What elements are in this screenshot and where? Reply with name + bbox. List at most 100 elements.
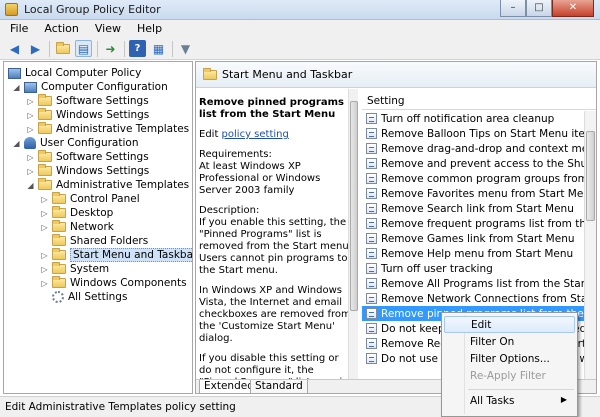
tab-standard[interactable]: Standard [250, 380, 308, 393]
tree-label: Start Menu and Taskbar [70, 248, 192, 262]
setting-row[interactable]: Remove frequent programs list from the S… [362, 216, 584, 231]
description-para-3: If you disable this setting or do not co… [199, 353, 354, 379]
expanded-arrow-icon[interactable]: ◢ [12, 139, 21, 148]
tree-label: Shared Folders [70, 235, 149, 247]
tree-label: Windows Settings [56, 109, 150, 121]
setting-label: Remove All Programs list from the Start … [381, 277, 584, 290]
menu-action[interactable]: Action [34, 20, 84, 38]
forward-arrow-icon[interactable]: ▶ [27, 40, 44, 57]
tree-desktop[interactable]: ▷ Desktop [40, 206, 113, 220]
tree-user-configuration[interactable]: ◢ User Configuration [12, 136, 138, 150]
policy-setting-link[interactable]: policy setting [222, 129, 289, 140]
tree-label: Windows Components [70, 277, 187, 289]
tree-computer-configuration[interactable]: ◢ Computer Configuration [12, 80, 168, 94]
tree-system[interactable]: ▷ System [40, 262, 109, 276]
collapsed-arrow-icon[interactable]: ▷ [26, 125, 35, 134]
collapsed-arrow-icon[interactable]: ▷ [40, 223, 49, 232]
toolbar-divider [172, 40, 173, 57]
setting-row[interactable]: Remove and prevent access to the Shut Do… [362, 156, 584, 171]
properties-icon[interactable]: ▦ [150, 40, 167, 57]
collapsed-arrow-icon[interactable]: ▷ [26, 111, 35, 120]
menu-view[interactable]: View [85, 20, 127, 38]
collapsed-arrow-icon[interactable]: ▷ [26, 167, 35, 176]
folder-icon [38, 108, 52, 120]
description-para-2: In Windows XP and Windows Vista, the Int… [199, 285, 351, 344]
setting-row[interactable]: Remove Favorites menu from Start Menu [362, 186, 584, 201]
folder-icon [38, 94, 52, 106]
description-scrollbar[interactable] [348, 89, 358, 379]
scrollbar-thumb[interactable] [350, 101, 358, 311]
folder-icon [52, 234, 66, 246]
title-bar: Local Group Policy Editor – □ ✕ [0, 0, 600, 20]
tree-shared-folders[interactable]: Shared Folders [40, 234, 148, 248]
close-button[interactable]: ✕ [552, 0, 594, 17]
setting-row[interactable]: Remove All Programs list from the Start … [362, 276, 584, 291]
scrollbar-thumb[interactable] [586, 131, 595, 221]
tree-label: Control Panel [70, 193, 140, 205]
menu-item-edit[interactable]: Edit [444, 316, 575, 333]
expanded-arrow-icon[interactable]: ◢ [26, 181, 35, 190]
collapsed-arrow-icon[interactable]: ▷ [40, 265, 49, 274]
minimize-button[interactable]: – [500, 0, 526, 17]
policy-setting-icon [366, 293, 377, 304]
folder-icon [38, 164, 52, 176]
tree-windows-components[interactable]: ▷ Windows Components [40, 276, 187, 290]
expanded-arrow-icon[interactable]: ◢ [12, 83, 21, 92]
toolbar: ◀ ▶ ▤ ➜ ? ▦ ▼ [0, 38, 600, 60]
menu-item-filter-options[interactable]: Filter Options... [444, 351, 575, 368]
setting-row[interactable]: Turn off notification area cleanup [362, 111, 584, 126]
requirements-text: At least Windows XP Professional or Wind… [199, 161, 321, 196]
tree-label: System [70, 263, 110, 275]
tree-cc-administrative-templates[interactable]: ▷ Administrative Templates [26, 122, 189, 136]
collapsed-arrow-icon[interactable]: ▷ [26, 97, 35, 106]
menu-item-filter-on[interactable]: Filter On [444, 334, 575, 351]
setting-label: Remove Games link from Start Menu [381, 232, 575, 245]
setting-row[interactable]: Remove Network Connections from Start Me… [362, 291, 584, 306]
folder-icon [52, 220, 66, 232]
tree-cc-software-settings[interactable]: ▷ Software Settings [26, 94, 149, 108]
description-para-1: If you enable this setting, the "Pinned … [199, 217, 352, 276]
policy-setting-icon [366, 338, 377, 349]
collapsed-arrow-icon[interactable]: ▷ [26, 153, 35, 162]
tree-uc-software-settings[interactable]: ▷ Software Settings [26, 150, 149, 164]
show-hide-tree-icon[interactable]: ▤ [75, 40, 92, 57]
setting-row[interactable]: Remove drag-and-drop and context menus o… [362, 141, 584, 156]
up-folder-icon[interactable] [54, 40, 71, 57]
policy-setting-icon [366, 263, 377, 274]
export-list-icon[interactable]: ➜ [102, 40, 119, 57]
settings-scrollbar[interactable] [584, 111, 596, 379]
setting-row[interactable]: Remove Search link from Start Menu [362, 201, 584, 216]
tree-uc-windows-settings[interactable]: ▷ Windows Settings [26, 164, 149, 178]
setting-row[interactable]: Remove common program groups from Start … [362, 171, 584, 186]
menu-item-all-tasks[interactable]: All Tasks ▶ [444, 393, 575, 410]
tree-label: Computer Configuration [41, 81, 168, 93]
collapsed-arrow-icon[interactable]: ▷ [40, 251, 49, 260]
setting-row[interactable]: Remove Help menu from Start Menu [362, 246, 584, 261]
setting-row[interactable]: Remove Games link from Start Menu [362, 231, 584, 246]
filter-icon[interactable]: ▼ [177, 40, 194, 57]
help-icon[interactable]: ? [129, 40, 146, 57]
folder-icon [52, 206, 66, 218]
tree-all-settings[interactable]: All Settings [40, 290, 127, 304]
setting-column-header[interactable]: Setting [362, 92, 596, 110]
setting-label: Remove Favorites menu from Start Menu [381, 187, 584, 200]
setting-row[interactable]: Turn off user tracking [362, 261, 584, 276]
tree-control-panel[interactable]: ▷ Control Panel [40, 192, 140, 206]
collapsed-arrow-icon[interactable]: ▷ [40, 195, 49, 204]
tree-label: Local Computer Policy [25, 67, 142, 79]
tree-start-menu-and-taskbar[interactable]: ▷ Start Menu and Taskbar [40, 248, 192, 262]
tree-local-computer-policy[interactable]: Local Computer Policy [8, 66, 141, 80]
menu-file[interactable]: File [0, 20, 34, 38]
maximize-button[interactable]: □ [526, 0, 552, 17]
menu-help[interactable]: Help [127, 20, 168, 38]
tree-uc-administrative-templates[interactable]: ◢ Administrative Templates [26, 178, 189, 192]
tree-network[interactable]: ▷ Network [40, 220, 114, 234]
collapsed-arrow-icon[interactable]: ▷ [40, 279, 49, 288]
back-arrow-icon[interactable]: ◀ [6, 40, 23, 57]
collapsed-arrow-icon[interactable]: ▷ [40, 209, 49, 218]
folder-icon [52, 192, 66, 204]
tree-cc-windows-settings[interactable]: ▷ Windows Settings [26, 108, 149, 122]
setting-row[interactable]: Remove Balloon Tips on Start Menu items [362, 126, 584, 141]
menu-item-reapply-filter: Re-Apply Filter [470, 370, 546, 382]
policy-setting-icon [366, 218, 377, 229]
